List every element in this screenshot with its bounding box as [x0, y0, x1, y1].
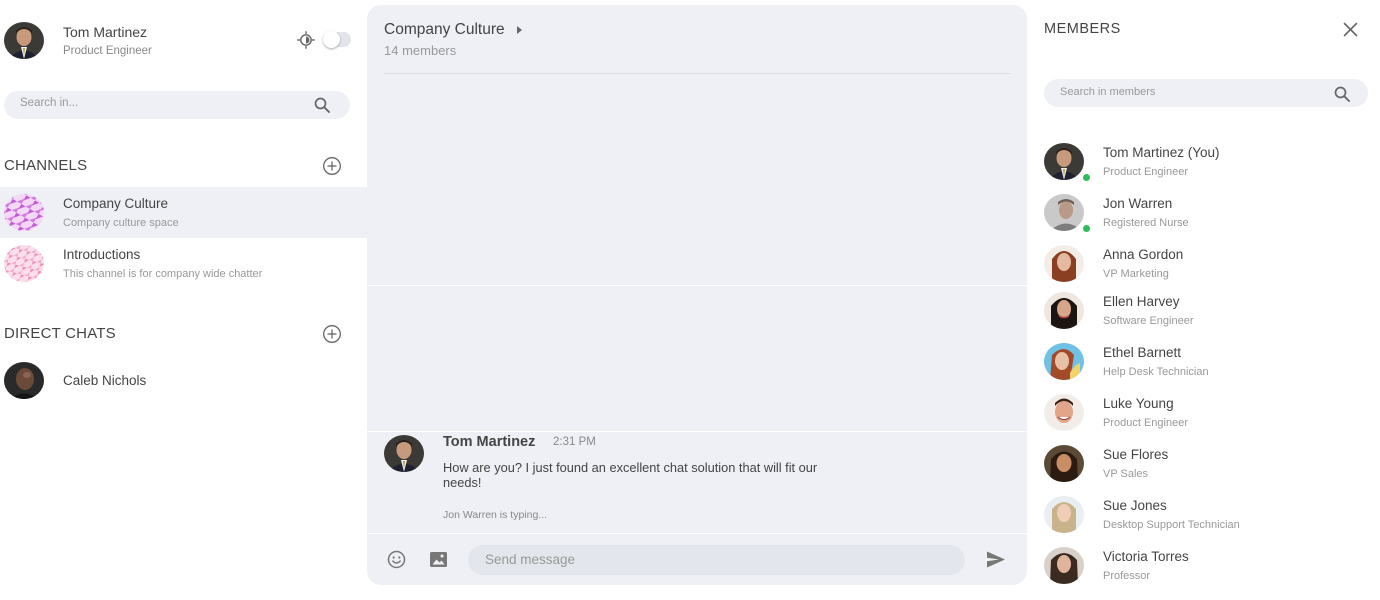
- members-panel: MEMBERS Tom Martinez (Y: [1027, 0, 1380, 600]
- message-author: Tom Martinez: [443, 434, 536, 450]
- member-role: VP Sales: [1103, 468, 1149, 480]
- user-name: Tom Martinez: [63, 24, 148, 40]
- direct-chat-avatar: [4, 362, 44, 399]
- member-avatar: [1044, 445, 1084, 482]
- member-name: Sue Jones: [1103, 498, 1167, 513]
- channel-description: Company culture space: [63, 217, 179, 229]
- divider: [367, 285, 1027, 286]
- toggle-knob: [323, 31, 340, 48]
- member-item[interactable]: Anna Gordon VP Marketing: [1044, 245, 1374, 291]
- member-avatar: [1044, 143, 1084, 180]
- member-avatar: [1044, 547, 1084, 584]
- close-icon[interactable]: [1343, 22, 1358, 37]
- member-role: Registered Nurse: [1103, 217, 1189, 229]
- direct-chat-name: Caleb Nichols: [63, 373, 147, 388]
- member-search: [1044, 79, 1368, 107]
- member-avatar: [1044, 292, 1084, 329]
- sidebar: Tom Martinez Product Engineer CHANNEL: [0, 0, 367, 600]
- send-message-field: [468, 545, 965, 575]
- typing-indicator: Jon Warren is typing...: [443, 509, 548, 521]
- search-icon[interactable]: [314, 97, 330, 113]
- channel-company-culture[interactable]: Company Culture Company culture space: [0, 187, 367, 238]
- add-channel-icon[interactable]: [322, 156, 342, 176]
- member-item[interactable]: Luke Young Product Engineer: [1044, 394, 1374, 440]
- member-item[interactable]: Jon Warren Registered Nurse: [1044, 194, 1374, 240]
- member-role: Product Engineer: [1103, 417, 1188, 429]
- member-avatar: [1044, 496, 1084, 533]
- member-avatar: [1044, 245, 1084, 282]
- channels-heading: CHANNELS: [4, 157, 88, 174]
- current-user: Tom Martinez Product Engineer: [4, 22, 364, 62]
- send-message-input[interactable]: [485, 552, 945, 567]
- theme-toggle[interactable]: [323, 31, 351, 48]
- member-role: Product Engineer: [1103, 166, 1188, 178]
- channel-search: [4, 91, 350, 119]
- send-icon[interactable]: [986, 550, 1006, 569]
- members-heading: MEMBERS: [1044, 21, 1121, 37]
- member-name: Sue Flores: [1103, 447, 1169, 462]
- member-role: Professor: [1103, 570, 1151, 582]
- member-role: VP Marketing: [1103, 268, 1169, 280]
- member-name: Luke Young: [1103, 396, 1174, 411]
- message-text: How are you? I just found an excellent c…: [443, 460, 818, 490]
- channel-description: This channel is for company wide chatter: [63, 268, 263, 280]
- search-input[interactable]: [20, 97, 300, 109]
- add-direct-chat-icon[interactable]: [322, 324, 342, 344]
- message-avatar[interactable]: [384, 435, 424, 472]
- direct-chats-heading: DIRECT CHATS: [4, 325, 116, 342]
- brightness-icon[interactable]: [297, 31, 315, 49]
- member-item[interactable]: Sue Jones Desktop Support Technician: [1044, 496, 1374, 542]
- member-role: Help Desk Technician: [1103, 366, 1209, 378]
- member-item[interactable]: Ethel Barnett Help Desk Technician: [1044, 343, 1374, 389]
- member-item[interactable]: Victoria Torres Professor: [1044, 547, 1374, 593]
- chat-title[interactable]: Company Culture: [384, 21, 505, 39]
- member-item[interactable]: Sue Flores VP Sales: [1044, 445, 1374, 491]
- member-item[interactable]: Tom Martinez (You) Product Engineer: [1044, 143, 1374, 189]
- member-name: Victoria Torres: [1103, 549, 1189, 564]
- message-time: 2:31 PM: [553, 436, 596, 448]
- caret-right-icon[interactable]: [517, 26, 522, 34]
- online-status-dot: [1082, 173, 1091, 182]
- channel-name: Introductions: [63, 247, 141, 262]
- member-name: Ethel Barnett: [1103, 345, 1182, 360]
- member-count: 14 members: [384, 43, 457, 58]
- search-icon[interactable]: [1334, 86, 1350, 102]
- user-role: Product Engineer: [63, 45, 152, 57]
- member-role: Software Engineer: [1103, 315, 1194, 327]
- member-name: Anna Gordon: [1103, 247, 1184, 262]
- image-icon[interactable]: [429, 550, 448, 569]
- message-composer: [367, 533, 1027, 585]
- channel-name: Company Culture: [63, 196, 169, 211]
- member-item[interactable]: Ellen Harvey Software Engineer: [1044, 292, 1374, 338]
- channel-introductions[interactable]: Introductions This channel is for compan…: [0, 238, 367, 289]
- online-status-dot: [1082, 224, 1091, 233]
- emoji-icon[interactable]: [387, 550, 406, 569]
- member-role: Desktop Support Technician: [1103, 519, 1240, 531]
- user-avatar[interactable]: [4, 22, 44, 59]
- member-name: Tom Martinez (You): [1103, 145, 1220, 160]
- channel-avatar: [4, 245, 44, 282]
- member-avatar: [1044, 194, 1084, 231]
- member-avatar: [1044, 343, 1084, 380]
- member-name: Jon Warren: [1103, 196, 1173, 211]
- channel-avatar: [4, 194, 44, 231]
- divider: [367, 431, 1027, 432]
- direct-chat-caleb-nichols[interactable]: Caleb Nichols: [0, 362, 367, 402]
- member-name: Ellen Harvey: [1103, 294, 1180, 309]
- member-search-input[interactable]: [1060, 86, 1310, 98]
- chat-panel: Company Culture 14 members Tom Martinez …: [367, 5, 1027, 585]
- member-avatar: [1044, 394, 1084, 431]
- header-divider: [384, 73, 1010, 74]
